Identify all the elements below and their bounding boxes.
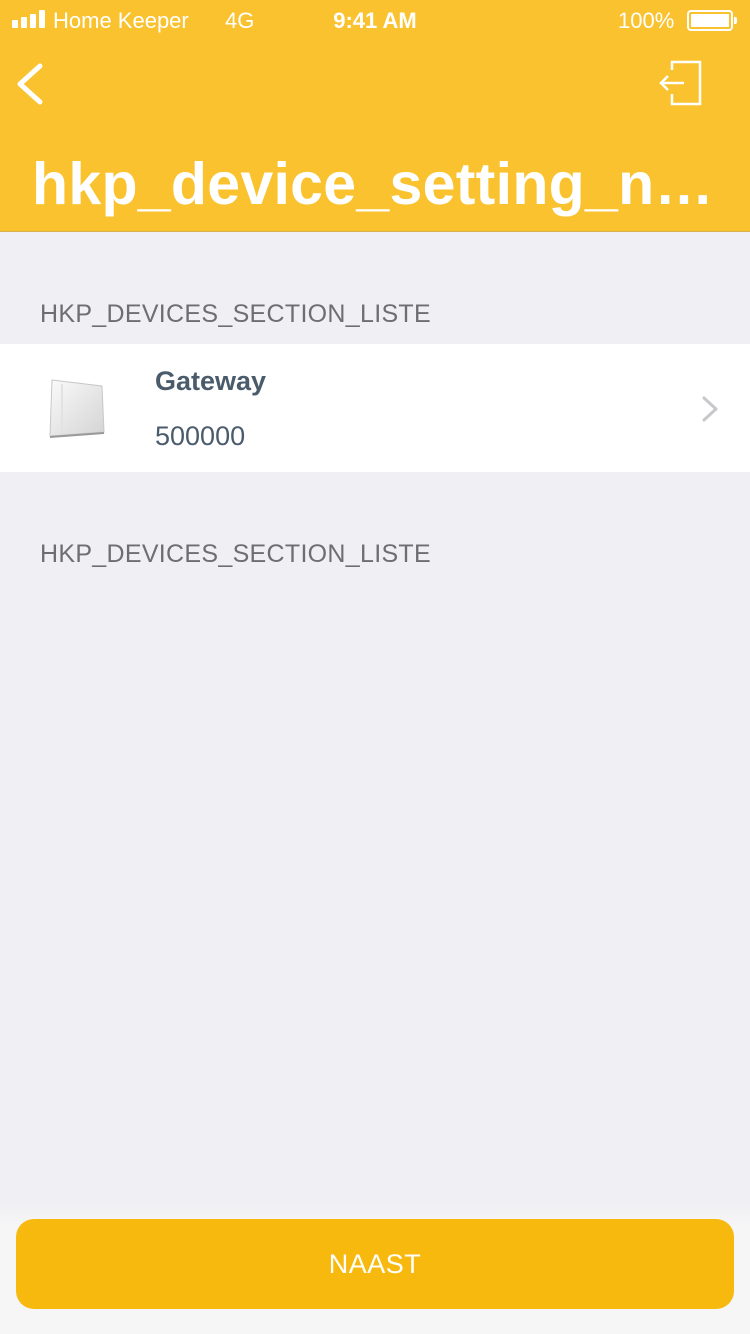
battery-percent: 100% — [618, 8, 675, 33]
section-title: HKP_DEVICES_SECTION_LISTE — [40, 540, 431, 568]
naast-button[interactable]: NAAST — [16, 1219, 734, 1309]
footer: NAAST — [0, 1200, 750, 1334]
section-title: HKP_DEVICES_SECTION_LISTE — [40, 300, 431, 328]
device-id: 500000 — [155, 421, 246, 451]
header: Home Keeper 4G 9:41 AM 100% hkp_device_s… — [0, 0, 750, 232]
gateway-device-image — [49, 379, 105, 438]
logout-button[interactable] — [656, 58, 708, 110]
logout-icon — [659, 60, 702, 106]
battery-icon — [687, 10, 737, 31]
page-title: hkp_device_setting_na... — [32, 151, 722, 217]
back-button[interactable] — [10, 58, 60, 112]
device-name: Gateway — [155, 366, 267, 396]
status-bar: Home Keeper 4G 9:41 AM 100% — [0, 0, 750, 40]
device-row-gateway[interactable]: Gateway 500000 — [0, 344, 750, 472]
chevron-left-icon — [17, 63, 43, 105]
chevron-right-icon — [702, 396, 718, 422]
